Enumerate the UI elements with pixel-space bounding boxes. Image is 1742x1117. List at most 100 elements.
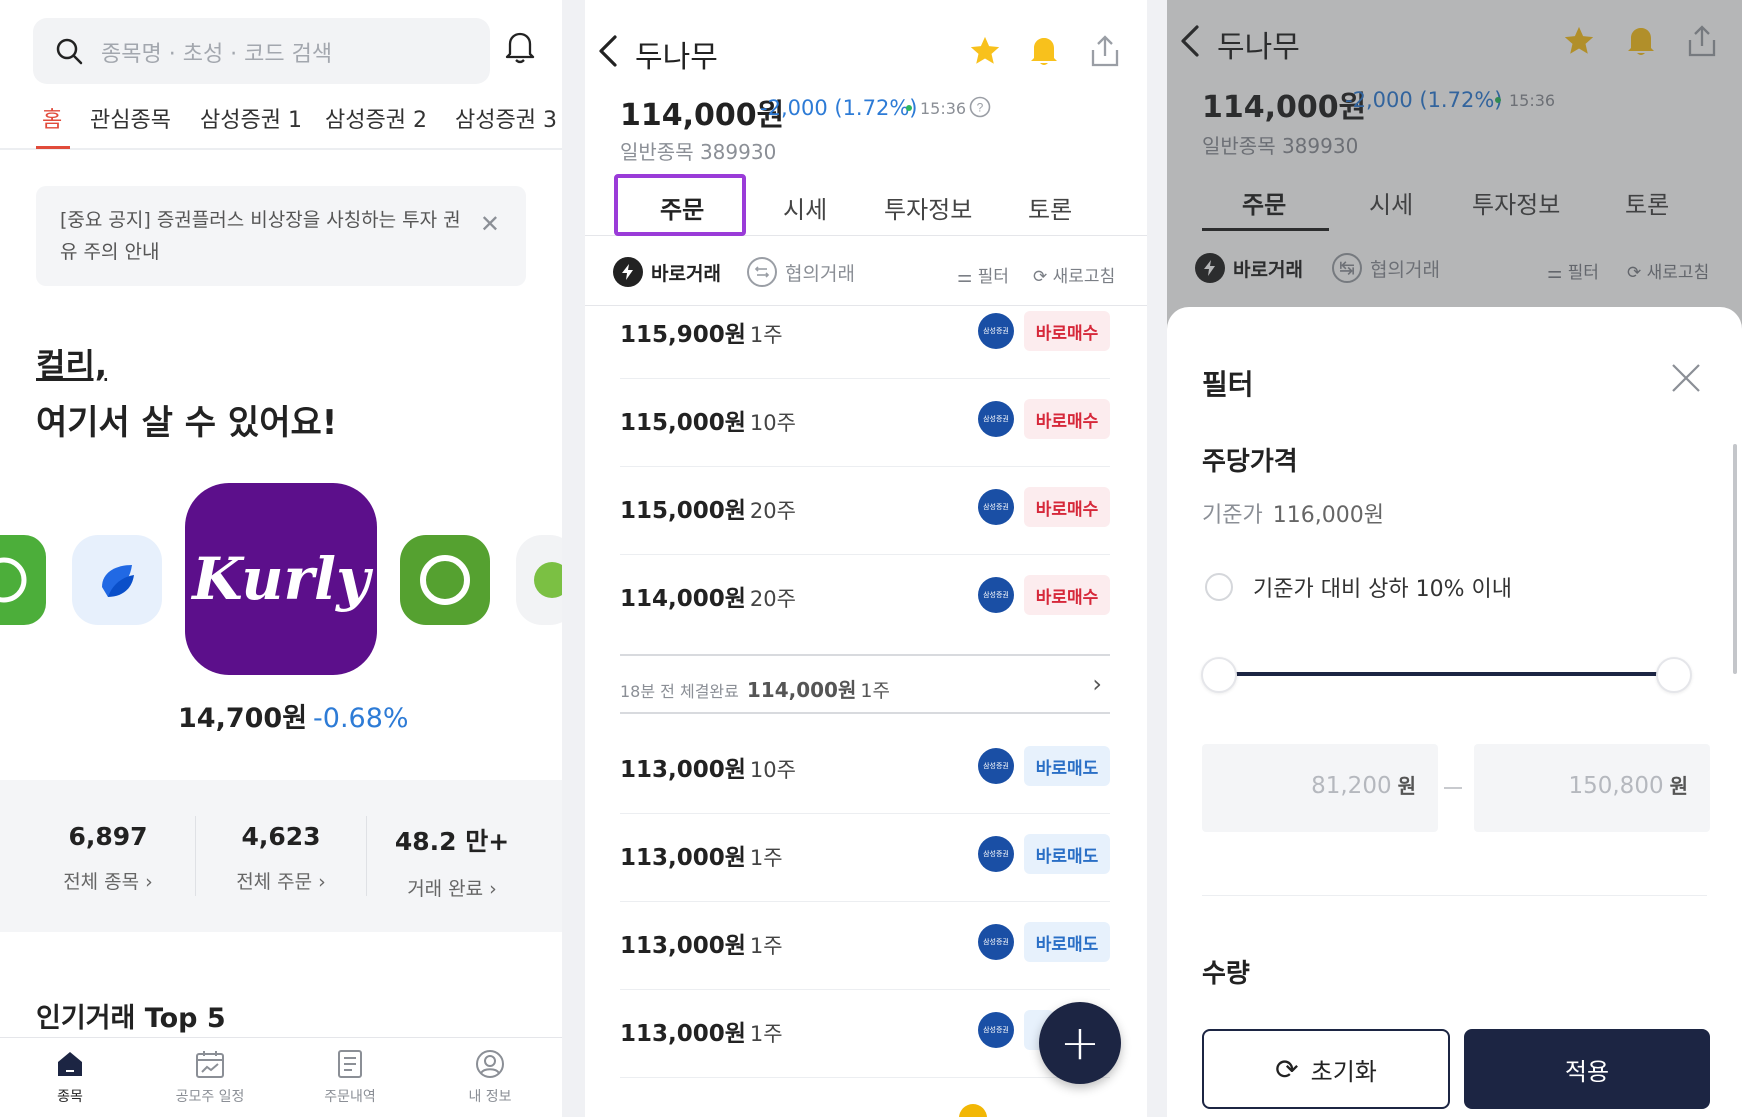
tab-samsung-2[interactable]: 삼성증권 2	[325, 102, 427, 134]
notice-banner[interactable]: [중요 공지] 증권플러스 비상장을 사칭하는 투자 권유 주의 안내 ✕	[36, 186, 526, 286]
tab-samsung-1[interactable]: 삼성증권 1	[200, 102, 302, 134]
refresh-icon: ⟳	[1275, 1052, 1299, 1086]
direct-buy-button[interactable]: 바로매수	[1024, 575, 1110, 615]
market-code: 일반종목 389930	[620, 140, 777, 164]
tab-samsung-3[interactable]: 삼성증권 3	[455, 102, 557, 134]
order-qty: 10주	[749, 758, 796, 782]
direct-buy-button[interactable]: 바로매수	[1024, 311, 1110, 351]
stat-completed-trades[interactable]: 48.2 만+ 거래 완료 ›	[367, 822, 537, 901]
carousel-app-icon[interactable]	[400, 535, 490, 625]
order-row[interactable]: 113,000원 1주 삼성증권 바로매도	[620, 814, 1110, 902]
direct-sell-button[interactable]: 바로매도	[1024, 922, 1110, 962]
order-price: 115,000원	[620, 498, 746, 524]
unit-label: 원	[1669, 774, 1688, 798]
nav-stocks[interactable]: 종목	[10, 1048, 130, 1106]
scrollbar[interactable]	[1733, 444, 1737, 674]
bell-icon[interactable]	[504, 30, 536, 68]
broker-badge: 삼성증권	[978, 748, 1014, 784]
search-bar[interactable]: 종목명 · 초성 · 코드 검색	[33, 18, 490, 84]
section-divider	[1202, 895, 1707, 896]
direct-sell-button[interactable]: 바로매도	[1024, 834, 1110, 874]
recent-trade-row[interactable]: 18분 전 체결완료 114,000원 1주 ›	[620, 654, 1110, 714]
promo-price: 14,700원 -0.68%	[178, 696, 409, 735]
nav-label: 내 정보	[468, 1089, 512, 1105]
range-separator	[1444, 787, 1462, 789]
order-row[interactable]: 113,000원 1주 삼성증권	[620, 990, 1110, 1078]
close-icon[interactable]	[1669, 361, 1703, 399]
help-icon[interactable]: ?	[969, 96, 991, 122]
within-10pct-option[interactable]: 기준가 대비 상하 10% 이내	[1205, 571, 1512, 603]
order-row[interactable]: 113,000원 10주 삼성증권 바로매도	[620, 726, 1110, 814]
nav-my-info[interactable]: 내 정보	[430, 1048, 550, 1106]
order-row[interactable]: 113,000원 1주 삼성증권 바로매도	[620, 902, 1110, 990]
home-icon	[58, 1052, 82, 1076]
filter-label: 필터	[977, 267, 1009, 287]
svg-text:?: ?	[977, 101, 984, 115]
mode-direct-trade[interactable]: 바로거래	[613, 257, 721, 287]
order-price: 113,000원	[620, 933, 746, 959]
stat-label: 전체 주문 ›	[236, 871, 326, 893]
kurly-logo[interactable]: Kurly	[185, 483, 377, 675]
lightning-icon	[613, 257, 643, 287]
share-icon[interactable]	[1090, 34, 1120, 72]
order-qty: 20주	[749, 499, 796, 523]
close-icon[interactable]: ✕	[480, 208, 500, 240]
bell-icon[interactable]	[1028, 34, 1060, 72]
slider-min-handle[interactable]	[1201, 657, 1237, 693]
tab-quote[interactable]: 시세	[783, 190, 827, 225]
mode-negotiated-trade[interactable]: 협의거래	[747, 257, 855, 287]
promo-brand: 컬리,	[36, 346, 108, 384]
stats-panel: 6,897 전체 종목 › 4,623 전체 주문 › 48.2 만+ 거래 완…	[0, 780, 562, 932]
stock-name: 두나무	[635, 40, 718, 75]
direct-sell-button[interactable]: 바로매도	[1024, 746, 1110, 786]
nav-ipo-schedule[interactable]: 공모주 일정	[150, 1048, 270, 1106]
radio-button[interactable]	[1205, 573, 1233, 601]
tab-home[interactable]: 홈	[42, 102, 62, 134]
section-qty-title: 수량	[1202, 959, 1250, 989]
order-price: 113,000원	[620, 845, 746, 871]
direct-buy-button[interactable]: 바로매수	[1024, 399, 1110, 439]
apply-button[interactable]: 적용	[1464, 1029, 1710, 1109]
tab-invest-info[interactable]: 투자정보	[884, 190, 972, 225]
range-min-input[interactable]: 81,200 원	[1202, 744, 1438, 832]
order-row[interactable]: 115,900원 1주 삼성증권 바로매수	[620, 291, 1110, 379]
star-icon[interactable]	[968, 34, 1002, 72]
slider-max-handle[interactable]	[1656, 657, 1692, 693]
order-row[interactable]: 115,000원 10주 삼성증권 바로매수	[620, 379, 1110, 467]
screen-gap	[1147, 0, 1167, 1117]
order-row[interactable]: 114,000원 20주 삼성증권 바로매수	[620, 555, 1110, 643]
range-max-input[interactable]: 150,800 원	[1474, 744, 1710, 832]
filter-button[interactable]: ⚌ 필터	[957, 262, 1009, 287]
carousel-app-icon[interactable]	[72, 535, 162, 625]
stat-total-orders[interactable]: 4,623 전체 주문 ›	[196, 822, 366, 894]
search-icon	[55, 37, 83, 69]
recent-trade-price: 114,000원	[746, 678, 857, 702]
refresh-button[interactable]: ⟳ 새로고침	[1033, 262, 1115, 287]
direct-buy-button[interactable]: 바로매수	[1024, 487, 1110, 527]
promo-price-value: 14,700원	[178, 703, 308, 734]
home-screen: 종목명 · 초성 · 코드 검색 홈 관심종목 삼성증권 1 삼성증권 2 삼성…	[0, 0, 562, 1117]
price-time: 15:36	[920, 99, 967, 118]
order-row[interactable]: 115,000원 20주 삼성증권 바로매수	[620, 467, 1110, 555]
broker-badge: 삼성증권	[978, 1012, 1014, 1048]
carousel-app-icon[interactable]	[0, 535, 46, 625]
swap-icon	[747, 257, 777, 287]
stat-total-stocks[interactable]: 6,897 전체 종목 ›	[23, 822, 193, 894]
price-range-slider[interactable]	[1219, 672, 1664, 676]
broker-badge: 삼성증권	[978, 401, 1014, 437]
back-arrow-icon[interactable]	[597, 34, 619, 72]
nav-orders[interactable]: 주문내역	[290, 1048, 410, 1106]
reset-button[interactable]: ⟳ 초기화	[1202, 1029, 1450, 1109]
tab-discussion[interactable]: 토론	[1028, 190, 1072, 225]
order-price: 114,000원	[620, 586, 746, 612]
carousel-app-icon[interactable]	[516, 535, 562, 625]
refresh-label: 새로고침	[1052, 267, 1116, 287]
refresh-icon: ⟳	[1033, 267, 1048, 287]
stat-value: 4,623	[241, 822, 321, 851]
broker-badge: 삼성증권	[978, 924, 1014, 960]
add-order-button[interactable]: +	[1039, 1002, 1121, 1084]
user-icon	[476, 1050, 504, 1078]
screen-gap	[562, 0, 585, 1117]
range-max-value: 150,800	[1568, 773, 1664, 799]
tab-watchlist[interactable]: 관심종목	[90, 102, 171, 134]
